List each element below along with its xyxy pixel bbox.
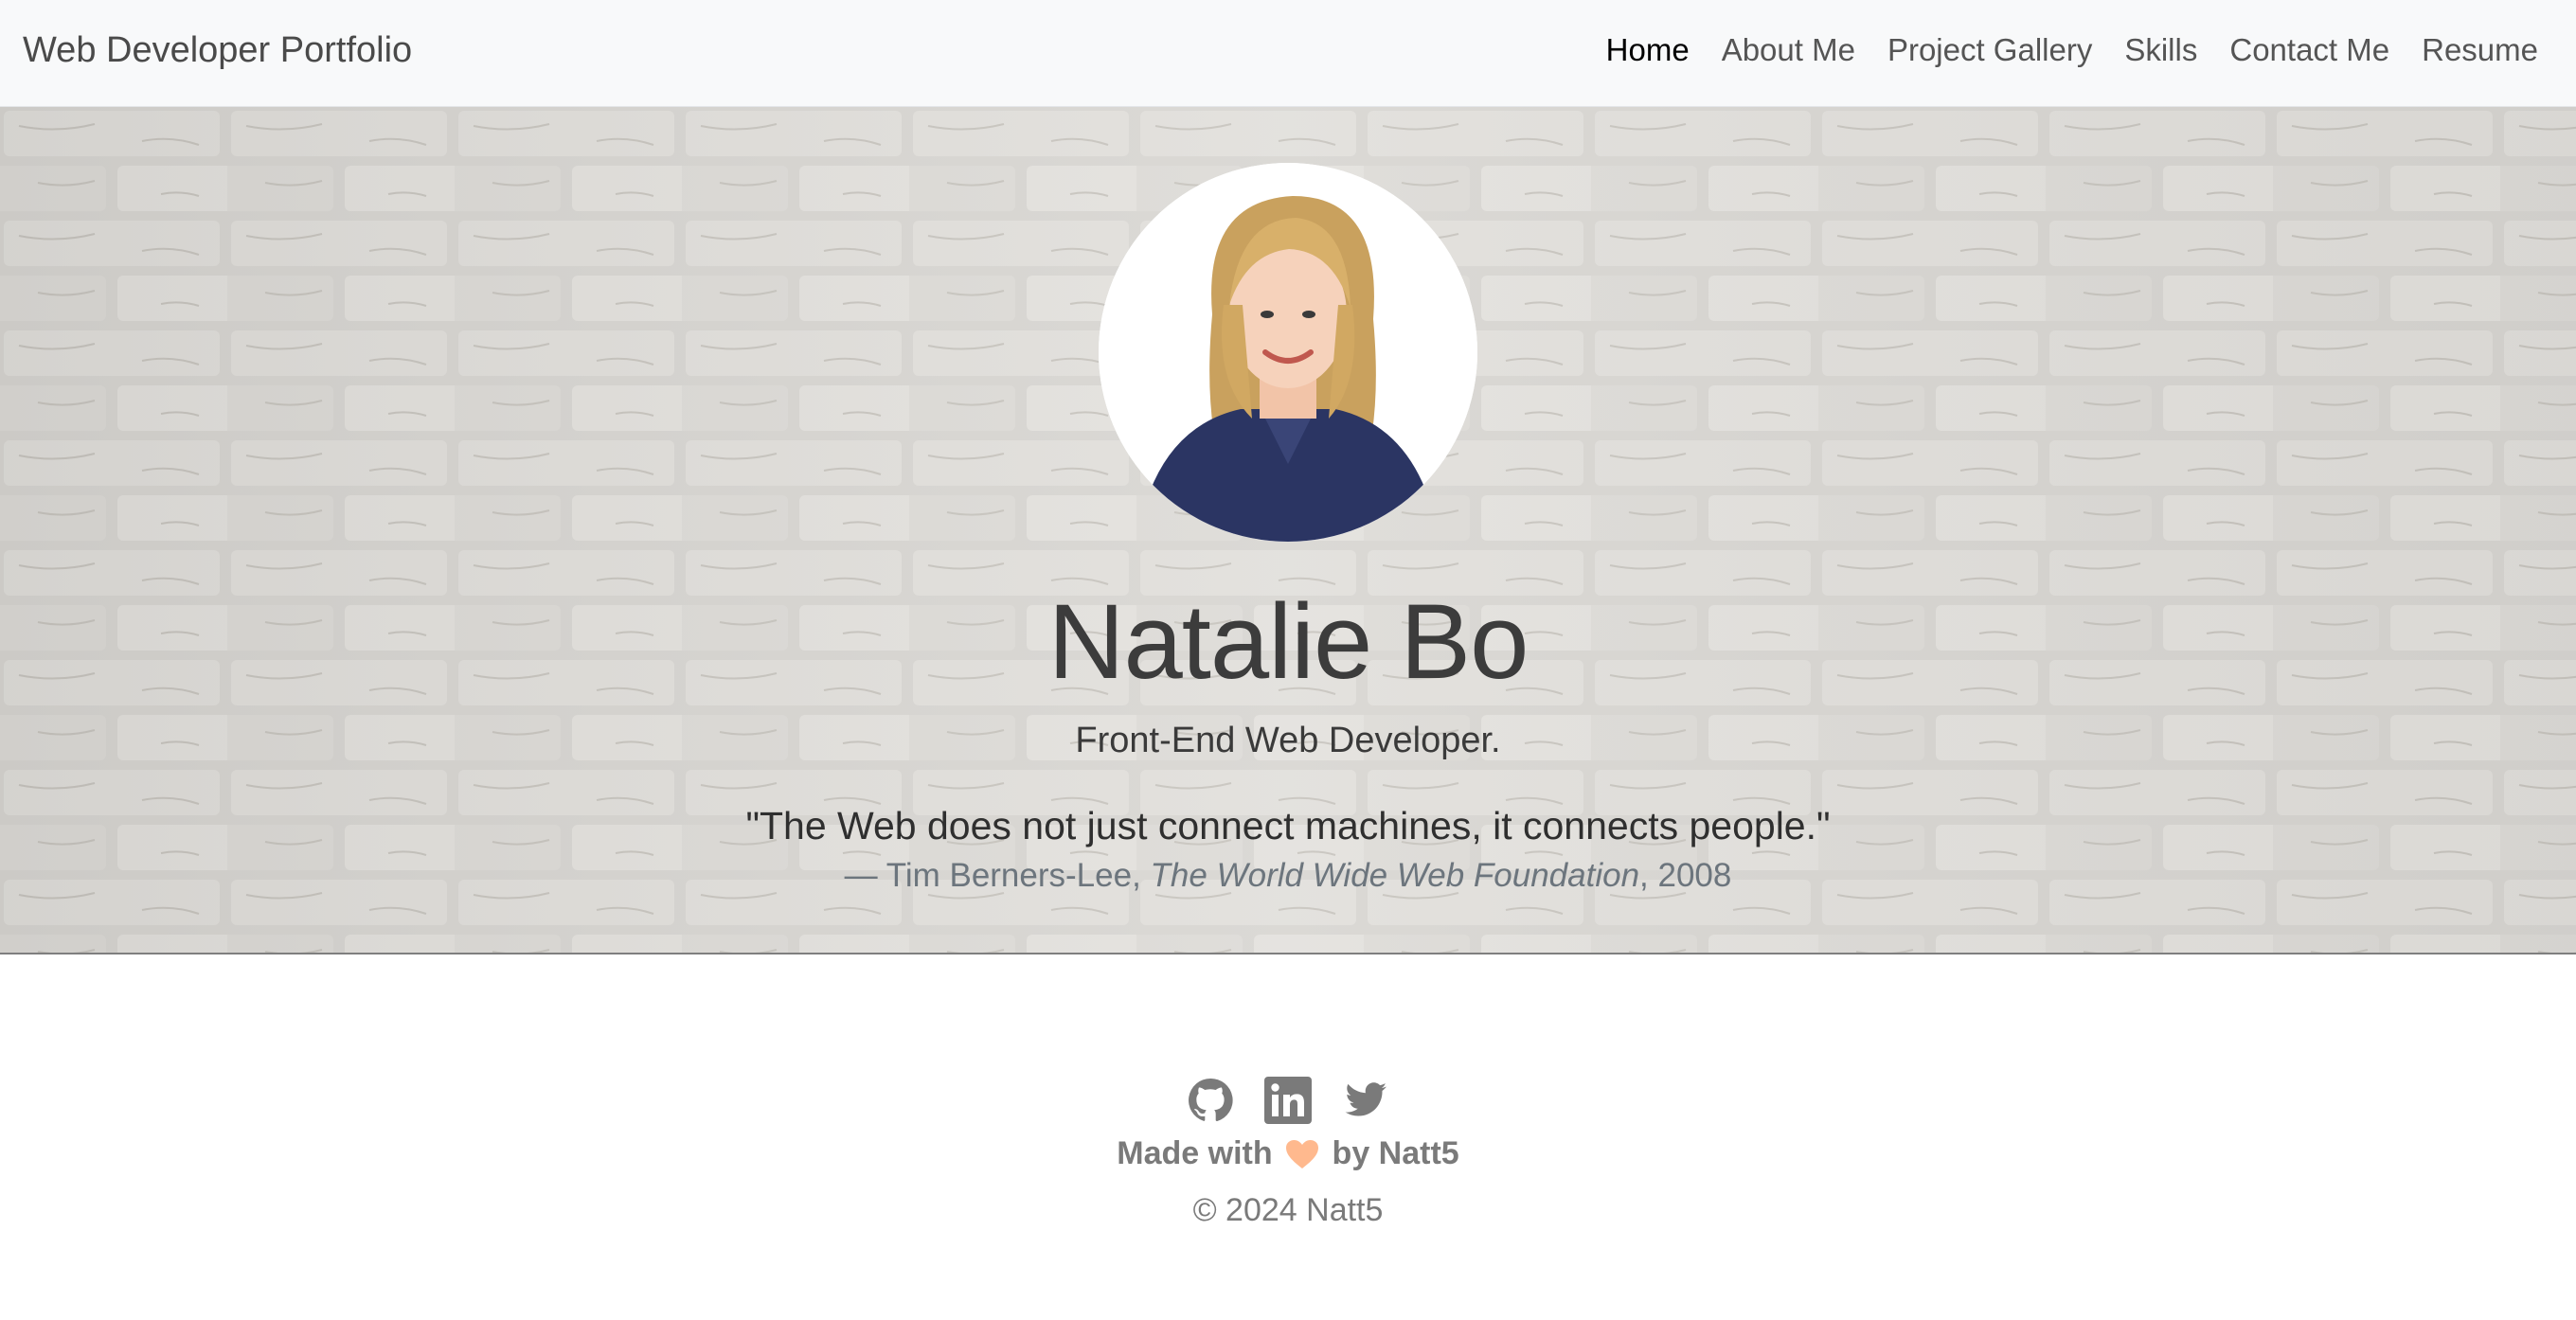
social-links xyxy=(0,1077,2576,1124)
hero-role: Front-End Web Developer. xyxy=(1075,721,1501,760)
citation-author: — Tim Berners-Lee, xyxy=(844,857,1151,894)
twitter-link[interactable] xyxy=(1342,1077,1389,1124)
nav-link-home[interactable]: Home xyxy=(1606,32,1690,67)
hero-section: Natalie Bo Front-End Web Developer. "The… xyxy=(0,107,2576,954)
hero-name: Natalie Bo xyxy=(1047,582,1530,701)
nav-link-project-gallery[interactable]: Project Gallery xyxy=(1887,32,2092,67)
linkedin-icon xyxy=(1264,1077,1312,1124)
made-with-suffix: by Natt5 xyxy=(1332,1135,1459,1171)
quote-citation: — Tim Berners-Lee, The World Wide Web Fo… xyxy=(0,857,2576,895)
nav-link-resume[interactable]: Resume xyxy=(2422,32,2538,67)
heart-icon xyxy=(1286,1140,1319,1168)
citation-year: , 2008 xyxy=(1639,857,1732,894)
navbar: Web Developer Portfolio Home About Me Pr… xyxy=(0,0,2576,107)
hero-quote: "The Web does not just connect machines,… xyxy=(745,804,1831,847)
nav-link-about[interactable]: About Me xyxy=(1722,32,1855,67)
nav-menu: Home About Me Project Gallery Skills Con… xyxy=(1606,32,2538,68)
footer: Made with by Natt5 © 2024 Natt5 xyxy=(0,955,2576,1320)
nav-link-contact[interactable]: Contact Me xyxy=(2229,32,2389,67)
copyright-text: © 2024 Natt5 xyxy=(1192,1192,1384,1228)
linkedin-link[interactable] xyxy=(1264,1077,1312,1124)
brand-link[interactable]: Web Developer Portfolio xyxy=(23,30,412,71)
nav-link-skills[interactable]: Skills xyxy=(2124,32,2197,67)
twitter-icon xyxy=(1345,1082,1386,1116)
citation-source: The World Wide Web Foundation xyxy=(1150,857,1640,894)
made-with-text: Made with by Natt5 xyxy=(0,1135,2576,1172)
github-icon xyxy=(1189,1078,1233,1122)
profile-avatar xyxy=(1099,163,1477,542)
made-with-prefix: Made with xyxy=(1117,1135,1273,1171)
profile-photo-icon xyxy=(1099,163,1477,542)
github-link[interactable] xyxy=(1187,1077,1234,1124)
